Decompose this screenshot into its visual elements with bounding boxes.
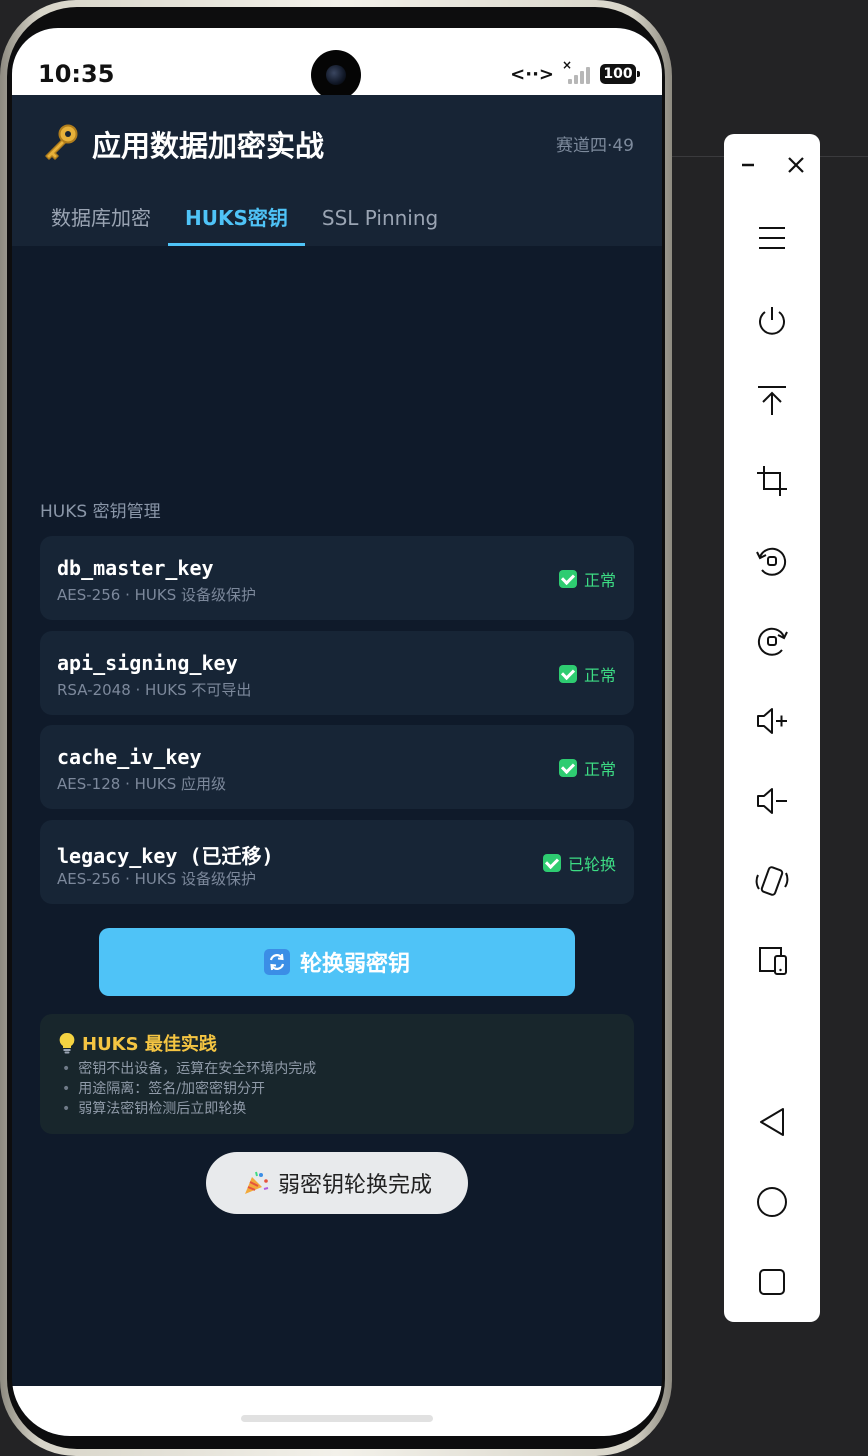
shake-phone-icon[interactable] <box>748 857 796 905</box>
status-text: 正常 <box>583 571 616 590</box>
rotate-button-label: 轮换弱密钥 <box>299 952 410 977</box>
key-card: legacy_key (已迁移) AES-256 · HUKS 设备级保护 已轮… <box>40 820 634 904</box>
key-meta: AES-128 · HUKS 应用级 <box>57 775 226 793</box>
rotate-icon <box>263 949 290 975</box>
fold-device-icon[interactable] <box>748 937 796 985</box>
best-practice-card: HUKS 最佳实践 密钥不出设备，运算在安全环境内完成 用途隔离：签名/加密密钥… <box>40 1014 634 1134</box>
status-text: 正常 <box>583 760 616 779</box>
key-icon <box>45 124 78 160</box>
status-badge: 正常 <box>558 567 616 591</box>
back-icon[interactable] <box>748 1098 796 1146</box>
app-header: 应用数据加密实战 赛道四·49 数据库加密 HUKS密钥 SSL Pinning <box>12 95 662 246</box>
close-icon[interactable] <box>772 141 820 189</box>
tips-list: 密钥不出设备，运算在安全环境内完成 用途隔离：签名/加密密钥分开 弱算法密钥检测… <box>62 1059 316 1119</box>
lightbulb-icon <box>59 1032 75 1054</box>
toast-message: 弱密钥轮换完成 <box>206 1152 468 1214</box>
status-text: 已轮换 <box>567 855 616 874</box>
key-meta: AES-256 · HUKS 设备级保护 <box>57 586 256 604</box>
section-title: HUKS 密钥管理 <box>40 502 161 522</box>
signal-bar <box>568 79 572 84</box>
volume-down-icon[interactable] <box>748 777 796 825</box>
key-card: cache_iv_key AES-128 · HUKS 应用级 正常 <box>40 725 634 809</box>
phone-frame: 10:35 <··> × 100 应用数据加密实战 赛道四·49 数据库加密 H… <box>0 0 672 1456</box>
status-icons: <··> × 100 <box>510 58 640 86</box>
home-icon[interactable] <box>748 1178 796 1226</box>
key-card: db_master_key AES-256 · HUKS 设备级保护 正常 <box>40 536 634 620</box>
key-name: cache_iv_key <box>57 745 202 769</box>
status-text: 正常 <box>583 666 616 685</box>
signal-bar <box>574 75 578 84</box>
power-icon[interactable] <box>748 297 796 345</box>
phone-screen: 10:35 <··> × 100 应用数据加密实战 赛道四·49 数据库加密 H… <box>12 28 662 1436</box>
menu-icon[interactable] <box>748 214 796 262</box>
status-badge: 已轮换 <box>542 851 616 875</box>
crop-icon[interactable] <box>748 457 796 505</box>
signal-bar <box>580 71 584 84</box>
minimize-icon[interactable] <box>724 141 772 189</box>
rotate-weak-keys-button[interactable]: 轮换弱密钥 <box>99 928 575 996</box>
check-icon <box>558 570 577 588</box>
tip-item: 密钥不出设备，运算在安全环境内完成 <box>62 1059 316 1079</box>
camera-lens <box>326 65 346 85</box>
rotate-right-icon[interactable] <box>748 617 796 665</box>
toast-text: 弱密钥轮换完成 <box>277 1173 432 1198</box>
track-label: 赛道四·49 <box>555 136 634 156</box>
check-icon <box>542 854 561 872</box>
key-meta: RSA-2048 · HUKS 不可导出 <box>57 681 252 699</box>
key-meta: AES-256 · HUKS 设备级保护 <box>57 870 256 888</box>
key-name: api_signing_key <box>57 651 238 675</box>
home-indicator[interactable] <box>241 1415 433 1422</box>
tip-item: 用途隔离：签名/加密密钥分开 <box>62 1079 316 1099</box>
battery-icon: 100 <box>600 64 640 84</box>
tip-item: 弱算法密钥检测后立即轮换 <box>62 1099 316 1119</box>
pin-top-icon[interactable] <box>748 377 796 425</box>
tips-title: HUKS 最佳实践 <box>58 1030 217 1056</box>
emulator-toolbar <box>724 134 820 1322</box>
page-title: 应用数据加密实战 <box>92 129 325 163</box>
status-bar: 10:35 <··> × 100 <box>12 28 662 100</box>
data-transfer-icon: <··> <box>510 63 554 85</box>
signal-bar <box>586 67 590 84</box>
status-time: 10:35 <box>38 60 115 88</box>
overview-icon[interactable] <box>748 1258 796 1306</box>
check-icon <box>558 665 577 683</box>
key-name: db_master_key <box>57 556 214 580</box>
volume-up-icon[interactable] <box>748 697 796 745</box>
status-badge: 正常 <box>558 662 616 686</box>
tab-database-encryption[interactable]: 数据库加密 <box>34 203 168 243</box>
key-card: api_signing_key RSA-2048 · HUKS 不可导出 正常 <box>40 631 634 715</box>
rotate-left-icon[interactable] <box>748 537 796 585</box>
check-icon <box>558 759 577 777</box>
party-popper-icon <box>244 1171 269 1194</box>
tab-bar: 数据库加密 HUKS密钥 SSL Pinning <box>34 203 455 246</box>
tab-huks-keys[interactable]: HUKS密钥 <box>168 203 305 246</box>
signal-icon: × <box>562 58 592 84</box>
system-nav-bar <box>12 1386 662 1436</box>
status-badge: 正常 <box>558 756 616 780</box>
key-name: legacy_key (已迁移) <box>57 844 274 868</box>
front-camera <box>311 50 361 100</box>
tips-title-text: HUKS 最佳实践 <box>82 1034 217 1055</box>
tab-ssl-pinning[interactable]: SSL Pinning <box>305 203 455 243</box>
